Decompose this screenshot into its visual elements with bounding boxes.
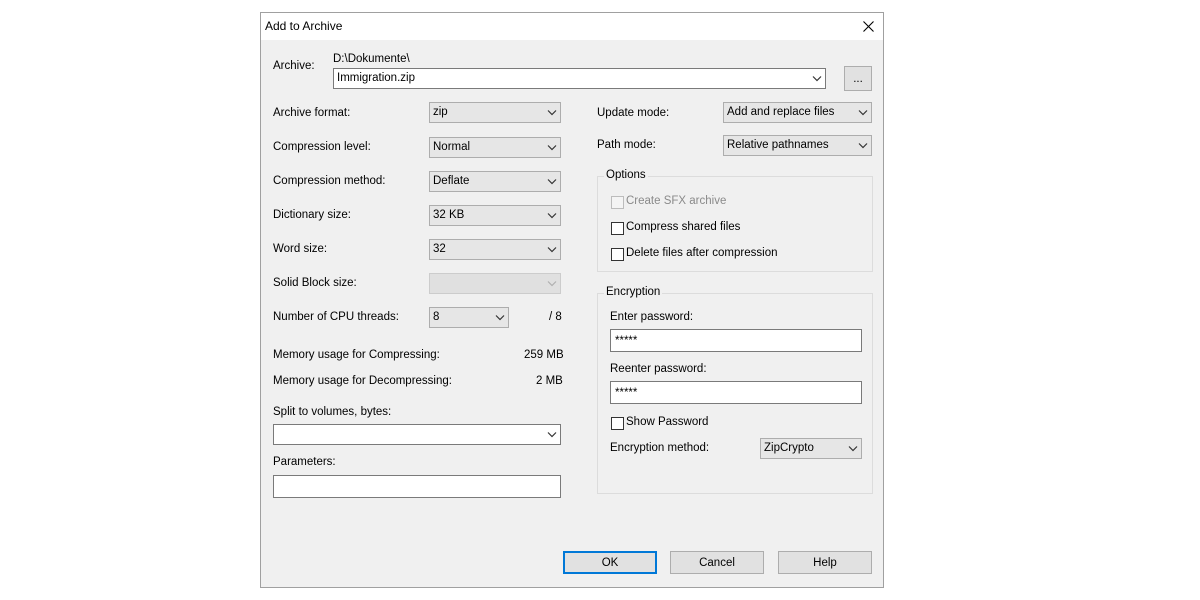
solid-block-size-select[interactable] [429,273,561,294]
update-mode-select[interactable]: Add and replace files [723,102,872,123]
chevron-down-icon [858,108,868,117]
ok-button[interactable]: OK [563,551,657,574]
compression-method-label: Compression method: [273,175,386,187]
compression-level-label: Compression level: [273,141,371,153]
split-volumes-combo[interactable] [273,424,561,445]
cpu-threads-value: 8 [433,311,439,323]
solid-block-size-label: Solid Block size: [273,277,357,289]
compress-shared-label: Compress shared files [626,221,740,233]
cpu-threads-max: / 8 [549,311,562,323]
compression-level-select[interactable]: Normal [429,137,561,158]
archive-filename-combo[interactable]: Immigration.zip [333,68,826,89]
cpu-threads-label: Number of CPU threads: [273,311,399,323]
chevron-down-icon [547,245,557,254]
add-to-archive-dialog: Add to Archive Archive: D:\Dokumente\ Im… [260,12,884,588]
path-mode-label: Path mode: [597,139,656,151]
options-group: Options Create SFX archive Compress shar… [597,176,873,272]
chevron-down-icon [547,108,557,117]
memory-decompress-label: Memory usage for Decompressing: [273,375,452,387]
parameters-input[interactable] [274,476,560,497]
word-size-label: Word size: [273,243,327,255]
create-sfx-label: Create SFX archive [626,195,726,207]
encryption-group: Encryption Enter password: Reenter passw… [597,293,873,494]
update-mode-value: Add and replace files [727,106,834,118]
update-mode-label: Update mode: [597,107,669,119]
create-sfx-checkbox[interactable] [611,196,624,209]
browse-button[interactable]: ... [844,66,872,91]
show-password-checkbox[interactable] [611,417,624,430]
compression-level-value: Normal [433,141,470,153]
reenter-password-input[interactable] [611,382,861,403]
chevron-down-icon [858,141,868,150]
dictionary-size-select[interactable]: 32 KB [429,205,561,226]
memory-decompress-value: 2 MB [536,375,563,387]
memory-compress-value: 259 MB [524,349,564,361]
encryption-method-select[interactable]: ZipCrypto [760,438,862,459]
reenter-password-field[interactable] [610,381,862,404]
path-mode-select[interactable]: Relative pathnames [723,135,872,156]
encryption-group-title: Encryption [604,286,662,298]
word-size-select[interactable]: 32 [429,239,561,260]
delete-after-checkbox[interactable] [611,248,624,261]
compression-method-value: Deflate [433,175,469,187]
compression-method-select[interactable]: Deflate [429,171,561,192]
close-button[interactable] [853,13,883,40]
chevron-down-icon [848,444,858,453]
chevron-down-icon [495,313,505,322]
parameters-label: Parameters: [273,456,336,468]
compress-shared-checkbox[interactable] [611,222,624,235]
archive-format-label: Archive format: [273,107,350,119]
encryption-method-label: Encryption method: [610,442,709,454]
window-title: Add to Archive [265,19,342,33]
chevron-down-icon [547,143,557,152]
cpu-threads-select[interactable]: 8 [429,307,509,328]
archive-format-value: zip [433,106,448,118]
enter-password-field[interactable] [610,329,862,352]
parameters-field[interactable] [273,475,561,498]
options-group-title: Options [604,169,648,181]
chevron-down-icon [812,74,822,83]
path-mode-value: Relative pathnames [727,139,829,151]
help-button[interactable]: Help [778,551,872,574]
dictionary-size-label: Dictionary size: [273,209,351,221]
chevron-down-icon [547,177,557,186]
memory-compress-label: Memory usage for Compressing: [273,349,440,361]
split-volumes-label: Split to volumes, bytes: [273,406,391,418]
archive-filename-value: Immigration.zip [337,72,415,84]
chevron-down-icon [547,211,557,220]
word-size-value: 32 [433,243,446,255]
archive-label: Archive: [273,60,315,72]
archive-path: D:\Dokumente\ [333,53,410,65]
encryption-method-value: ZipCrypto [764,442,814,454]
close-icon [863,21,874,32]
cancel-button[interactable]: Cancel [670,551,764,574]
archive-format-select[interactable]: zip [429,102,561,123]
title-bar[interactable]: Add to Archive [261,13,883,40]
delete-after-label: Delete files after compression [626,247,777,259]
reenter-password-label: Reenter password: [610,363,707,375]
enter-password-label: Enter password: [610,311,693,323]
dictionary-size-value: 32 KB [433,209,464,221]
chevron-down-icon [547,279,557,288]
enter-password-input[interactable] [611,330,861,351]
show-password-label: Show Password [626,416,708,428]
chevron-down-icon [547,430,557,439]
